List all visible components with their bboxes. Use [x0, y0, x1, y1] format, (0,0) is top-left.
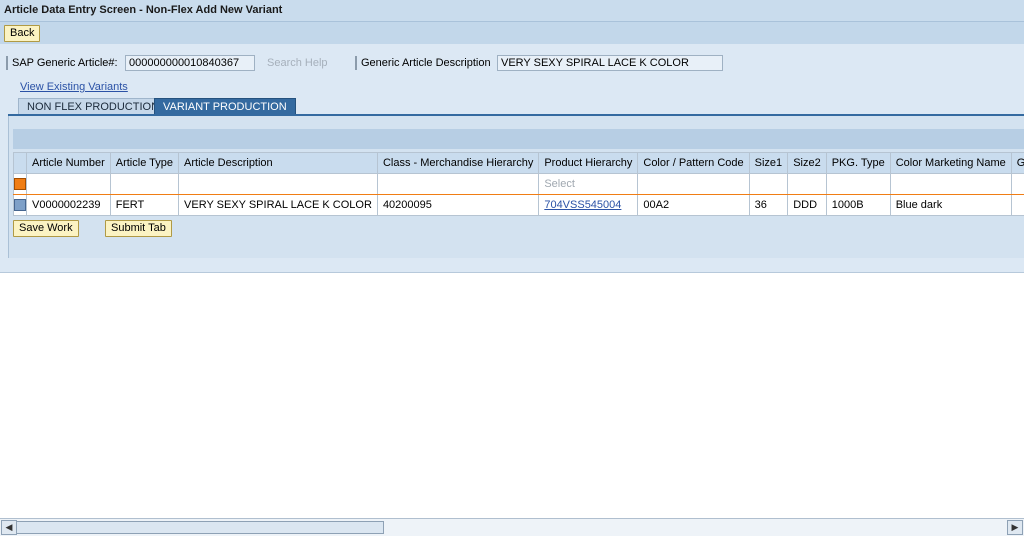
title-bar: Article Data Entry Screen - Non-Flex Add…	[0, 0, 1024, 22]
tab-variant-production[interactable]: VARIANT PRODUCTION	[154, 98, 296, 115]
cell-article-type: FERT	[110, 195, 178, 216]
table-header-row: Article Number Article Type Article Desc…	[14, 153, 1024, 174]
column-header[interactable]: Product Hierarchy	[539, 153, 638, 174]
cell-product-hierarchy: 704VSS545004	[539, 195, 638, 216]
cell-goods[interactable]	[1011, 174, 1024, 195]
row-selector[interactable]	[14, 174, 27, 195]
column-header[interactable]: Color / Pattern Code	[638, 153, 749, 174]
cell-product-hierarchy[interactable]: Select	[539, 174, 638, 195]
table-row[interactable]: V0000002239 FERT VERY SEXY SPIRAL LACE K…	[14, 195, 1024, 216]
cell-merch-hierarchy[interactable]	[377, 174, 538, 195]
cell-color-marketing-name[interactable]	[890, 174, 1011, 195]
cell-merch-hierarchy: 40200095	[377, 195, 538, 216]
cell-size1: 36	[749, 195, 788, 216]
description-input[interactable]: VERY SEXY SPIRAL LACE K COLOR	[497, 55, 723, 71]
row-selector[interactable]	[14, 195, 27, 216]
cell-article-number: V0000002239	[27, 195, 111, 216]
toolbar: Back	[0, 22, 1024, 44]
search-help-button[interactable]: Search Help	[267, 57, 328, 69]
column-header-select	[14, 153, 27, 174]
description-label: Generic Article Description	[361, 57, 491, 69]
main-panel: SAP Generic Article#: 000000000010840367…	[0, 44, 1024, 273]
scroll-left-icon[interactable]: ◀	[1, 520, 17, 535]
cell-size1[interactable]	[749, 174, 788, 195]
tab-non-flex-production[interactable]: NON FLEX PRODUCTION	[18, 98, 168, 115]
column-header[interactable]: Color Marketing Name	[890, 153, 1011, 174]
cell-size2[interactable]	[788, 174, 827, 195]
new-row-marker-icon[interactable]	[14, 178, 26, 190]
column-header[interactable]: Goods (	[1011, 153, 1024, 174]
generic-article-input[interactable]: 000000000010840367	[125, 55, 255, 71]
cell-pkg-type[interactable]	[826, 174, 890, 195]
variant-table: Article Number Article Type Article Desc…	[13, 152, 1024, 216]
submit-tab-button[interactable]: Submit Tab	[105, 220, 172, 237]
cell-color-code[interactable]	[638, 174, 749, 195]
column-header[interactable]: Class - Merchandise Hierarchy	[377, 153, 538, 174]
row-select-icon[interactable]	[14, 199, 26, 211]
view-existing-variants-link[interactable]: View Existing Variants	[20, 81, 128, 93]
scroll-thumb[interactable]	[16, 521, 384, 534]
field-marker	[6, 56, 8, 70]
cell-color-code: 00A2	[638, 195, 749, 216]
save-work-button[interactable]: Save Work	[13, 220, 79, 237]
table-row-new[interactable]: Select	[14, 174, 1024, 195]
table-toolbar	[13, 129, 1024, 149]
cell-article-number[interactable]	[27, 174, 111, 195]
back-button[interactable]: Back	[4, 25, 40, 42]
column-header[interactable]: Article Description	[179, 153, 378, 174]
scroll-right-icon[interactable]: ▶	[1007, 520, 1023, 535]
cell-color-marketing-name: Blue dark	[890, 195, 1011, 216]
generic-article-label: SAP Generic Article#:	[12, 57, 118, 69]
cell-pkg-type: 1000B	[826, 195, 890, 216]
column-header[interactable]: Article Type	[110, 153, 178, 174]
product-hierarchy-link[interactable]: 704VSS545004	[544, 199, 621, 211]
cell-article-type[interactable]	[110, 174, 178, 195]
column-header[interactable]: Size2	[788, 153, 827, 174]
column-header[interactable]: PKG. Type	[826, 153, 890, 174]
tab-content: Article Number Article Type Article Desc…	[8, 116, 1024, 258]
horizontal-scrollbar[interactable]: ◀ ▶	[0, 518, 1024, 536]
cell-goods	[1011, 195, 1024, 216]
cell-article-description: VERY SEXY SPIRAL LACE K COLOR	[179, 195, 378, 216]
cell-size2: DDD	[788, 195, 827, 216]
column-header[interactable]: Size1	[749, 153, 788, 174]
product-hierarchy-select[interactable]: Select	[544, 178, 575, 190]
column-header[interactable]: Article Number	[27, 153, 111, 174]
page-title: Article Data Entry Screen - Non-Flex Add…	[4, 4, 282, 16]
cell-article-description[interactable]	[179, 174, 378, 195]
field-marker	[355, 56, 357, 70]
